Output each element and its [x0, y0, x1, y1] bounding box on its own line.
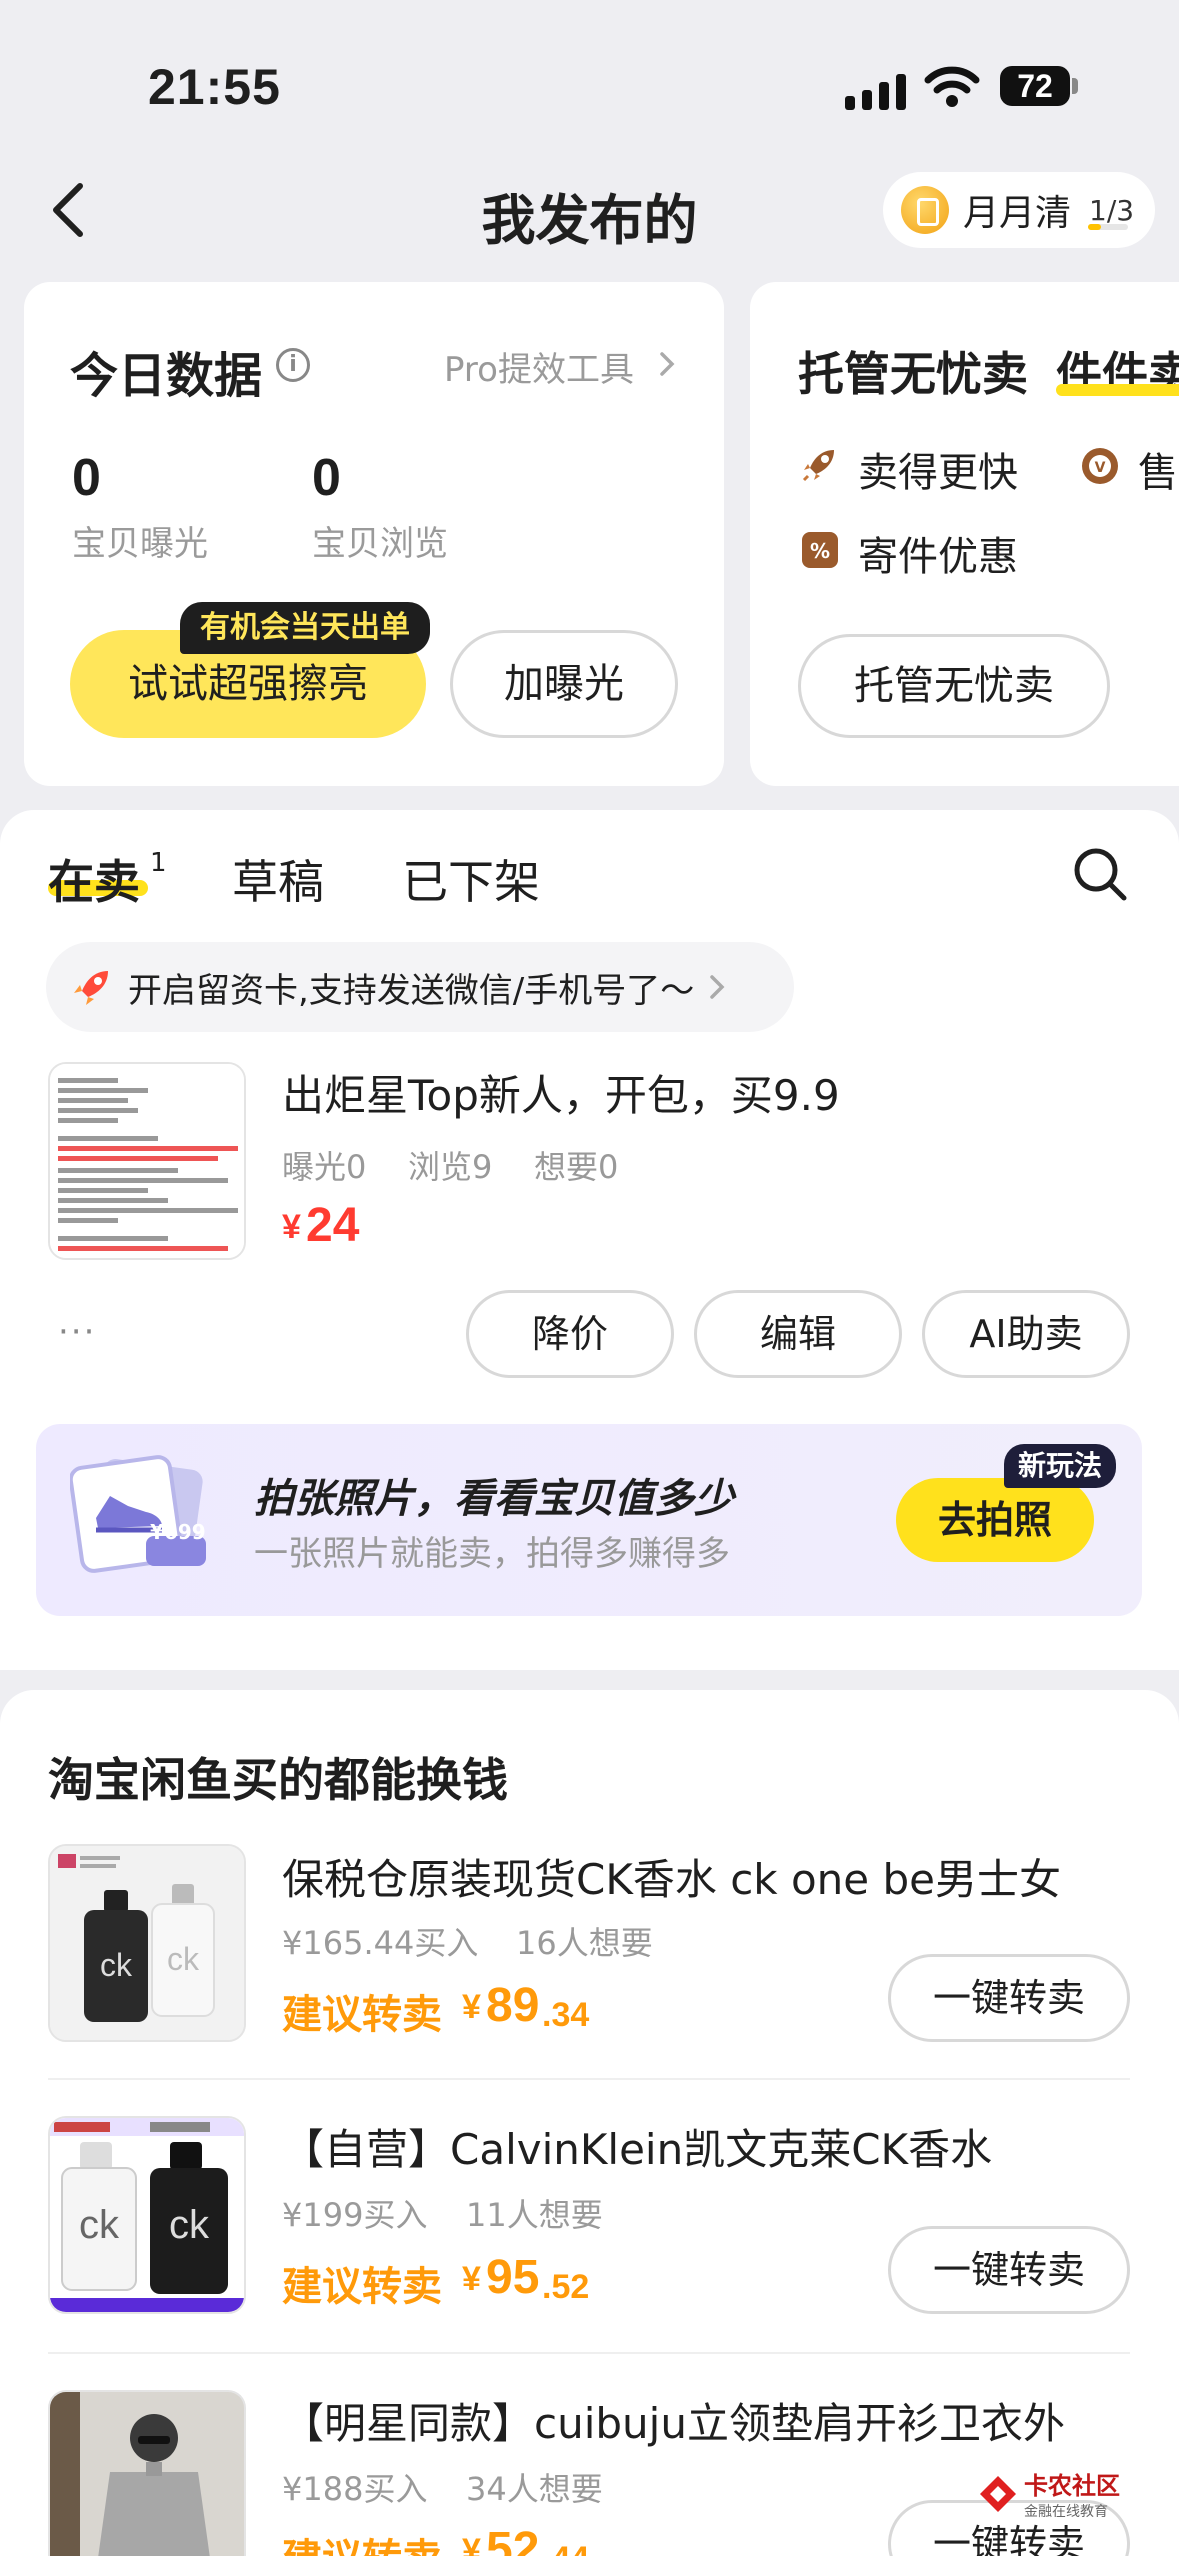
managed-sell-button[interactable]: 托管无忧卖 [798, 634, 1110, 738]
search-icon[interactable] [1072, 846, 1128, 902]
feature-after-sale: 售 [1138, 450, 1178, 496]
svg-text:ck: ck [167, 1941, 200, 1977]
tab-selling[interactable]: 在卖 [48, 846, 140, 912]
views-label: 宝贝浏览 [312, 524, 448, 564]
lead-card-promo-text: 开启留资卡,支持发送微信/手机号了～ [128, 970, 695, 1011]
watermark-name: 卡农社区 [1024, 2472, 1120, 2500]
coupon-icon: % [802, 532, 838, 568]
divider [48, 2352, 1130, 2354]
views-value: 0 [312, 449, 341, 507]
monthly-clear-progress [1088, 224, 1128, 230]
resell-item-title[interactable]: 【自营】CalvinKlein凯文克莱CK香水 [282, 2116, 1152, 2177]
svg-text:%: % [810, 539, 830, 563]
coin-icon [901, 186, 949, 234]
service-icon: V [1082, 448, 1118, 484]
tag-underline [1056, 384, 1179, 396]
resell-item-title[interactable]: 保税仓原装现货CK香水 ck one be男士女 [282, 1846, 1152, 1907]
take-photo-button[interactable]: 去拍照 [896, 1478, 1094, 1562]
resell-item-thumbnail[interactable]: ck ck [48, 1844, 246, 2042]
svg-text:ck: ck [79, 2203, 120, 2247]
divider [48, 2078, 1130, 2080]
sneaker-photo-icon [70, 1455, 206, 1573]
resell-price-int: 52 [486, 2523, 540, 2556]
svg-text:V: V [1095, 460, 1106, 476]
managed-sell-title: 托管无忧卖 [798, 347, 1028, 401]
resell-price-dec: .34 [542, 1996, 590, 2034]
resell-currency: ¥ [462, 2260, 481, 2298]
item-currency: ¥ [282, 1208, 301, 1246]
perfume-image: ck ck [50, 1846, 244, 2040]
watermark-logo-icon [980, 2475, 1016, 2512]
feature-shipping-discount: 寄件优惠 [858, 534, 1018, 580]
suggest-label: 建议转卖 [282, 2526, 442, 2556]
chevron-right-icon [710, 975, 725, 999]
chevron-right-icon [660, 352, 675, 376]
item-exposure: 曝光0 [282, 1148, 367, 1186]
ai-assist-button[interactable]: AI助卖 [922, 1290, 1130, 1378]
price-down-button[interactable]: 降价 [466, 1290, 674, 1378]
svg-text:ck: ck [169, 2203, 210, 2247]
item-price: 24 [306, 1199, 360, 1252]
resell-item-bought: ¥199买入 [282, 2196, 428, 2234]
item-views: 浏览9 [408, 1148, 493, 1186]
suggest-label: 建议转卖 [282, 2264, 442, 2310]
resell-item-wants: 34人想要 [466, 2470, 603, 2508]
svg-text:ck: ck [100, 1947, 133, 1983]
monthly-clear-label: 月月清 [963, 193, 1072, 234]
add-exposure-button[interactable]: 加曝光 [450, 630, 678, 738]
one-click-resell-button[interactable]: 一键转卖 [888, 1954, 1130, 2042]
clothing-image [50, 2392, 244, 2556]
monthly-clear-badge[interactable]: 月月清 1/3 [883, 172, 1155, 248]
feature-faster: 卖得更快 [858, 450, 1018, 496]
signal-icon [845, 70, 906, 110]
more-options-button[interactable]: ··· [58, 1312, 96, 1352]
battery-tip [1072, 78, 1078, 94]
item-title[interactable]: 出炬星Top新人，开包，买9.9 [282, 1062, 840, 1123]
resell-item-thumbnail[interactable] [48, 2390, 246, 2556]
edit-button[interactable]: 编辑 [694, 1290, 902, 1378]
resell-item-bought: ¥165.44买入 [282, 1924, 479, 1962]
resell-section-title: 淘宝闲鱼买的都能换钱 [48, 1753, 508, 1807]
photo-banner-subtitle: 一张照片就能卖，拍得多赚得多 [254, 1534, 730, 1574]
exposure-value: 0 [72, 449, 101, 507]
rocket-icon [802, 450, 834, 482]
boost-tooltip: 有机会当天出单 [180, 602, 430, 654]
resell-currency: ¥ [462, 1988, 481, 2026]
watermark: 卡农社区 金融在线教育 [978, 2466, 1120, 2521]
resell-item-thumbnail[interactable]: ck ck [48, 2116, 246, 2314]
resell-item-wants: 11人想要 [466, 2196, 603, 2234]
battery-indicator: 72 [1000, 66, 1070, 106]
watermark-sub: 金融在线教育 [1024, 2504, 1108, 2520]
one-click-resell-button[interactable]: 一键转卖 [888, 2226, 1130, 2314]
selling-count: 1 [150, 848, 167, 878]
pro-tools-link[interactable]: Pro提效工具 [444, 342, 634, 391]
wifi-icon [924, 66, 980, 107]
monthly-clear-count: 1/3 [1089, 193, 1135, 227]
new-feature-badge: 新玩法 [1004, 1444, 1117, 1488]
perfume-image: ck ck [50, 2118, 244, 2312]
resell-price-int: 95 [486, 2251, 540, 2304]
tab-drafts[interactable]: 草稿 [232, 846, 324, 912]
tab-offline[interactable]: 已下架 [402, 846, 540, 912]
item-thumbnail[interactable] [48, 1062, 246, 1260]
resell-price-int: 89 [486, 1979, 540, 2032]
info-icon[interactable]: i [276, 348, 310, 382]
rocket-icon [74, 971, 108, 1005]
resell-price-dec: .52 [542, 2268, 590, 2306]
document-image [50, 1064, 244, 1258]
resell-item-title[interactable]: 【明星同款】cuibuju立领垫肩开衫卫衣外 [282, 2390, 1152, 2451]
resell-item-bought: ¥188买入 [282, 2470, 428, 2508]
suggest-label: 建议转卖 [282, 1992, 442, 2038]
resell-price-dec: .44 [542, 2540, 589, 2556]
resell-currency: ¥ [462, 2532, 481, 2556]
lead-card-promo[interactable]: 开启留资卡,支持发送微信/手机号了～ [46, 942, 794, 1032]
price-tag: ¥699 [150, 1520, 206, 1544]
item-wants: 想要0 [534, 1148, 619, 1186]
resell-item-wants: 16人想要 [516, 1924, 653, 1962]
status-time: 21:55 [148, 59, 281, 115]
today-data-title: 今日数据 [70, 348, 263, 404]
exposure-label: 宝贝曝光 [72, 524, 208, 564]
photo-banner-title: 拍张照片，看看宝贝值多少 [254, 1476, 734, 1522]
